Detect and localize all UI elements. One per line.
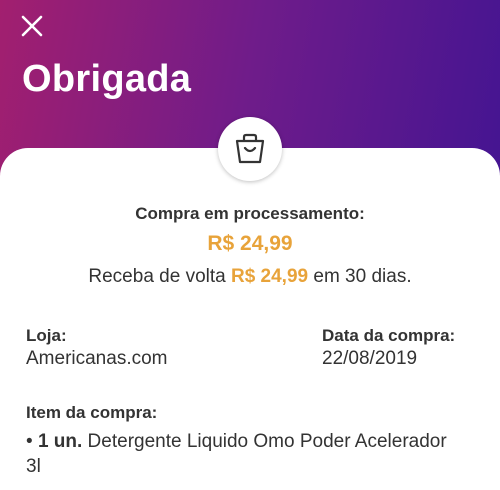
cashback-suffix: em 30 dias. xyxy=(308,266,412,287)
item-quantity: 1 un. xyxy=(37,431,83,452)
item-label: Item da compra: xyxy=(26,403,158,422)
store-value: Americanas.com xyxy=(26,348,168,369)
item-description: • 1 un. Detergente Liquido Omo Poder Ace… xyxy=(26,429,466,479)
page-title: Obrigada xyxy=(22,58,192,100)
purchase-confirmation-screen: Obrigada Compra em processamento: R$ 24,… xyxy=(0,0,500,490)
shopping-bag-icon xyxy=(235,133,265,164)
bag-badge xyxy=(218,117,282,181)
cashback-amount: R$ 24,99 xyxy=(230,266,309,287)
status-label: Compra em processamento: xyxy=(135,204,365,223)
purchase-amount: R$ 24,99 xyxy=(207,232,293,255)
cashback-prefix: Receba de volta xyxy=(88,266,231,287)
store-label: Loja: xyxy=(26,326,67,345)
purchase-date-value: 22/08/2019 xyxy=(322,348,418,369)
item-name: Detergente Liquido Omo Poder Acelerador … xyxy=(26,431,447,477)
item-bullet: • xyxy=(26,431,33,452)
close-button[interactable] xyxy=(16,10,48,42)
cashback-text: Receba de volta R$ 24,99 em 30 dias. xyxy=(0,266,500,288)
close-icon[interactable] xyxy=(21,15,43,37)
purchase-date-label: Data da compra: xyxy=(322,326,456,345)
